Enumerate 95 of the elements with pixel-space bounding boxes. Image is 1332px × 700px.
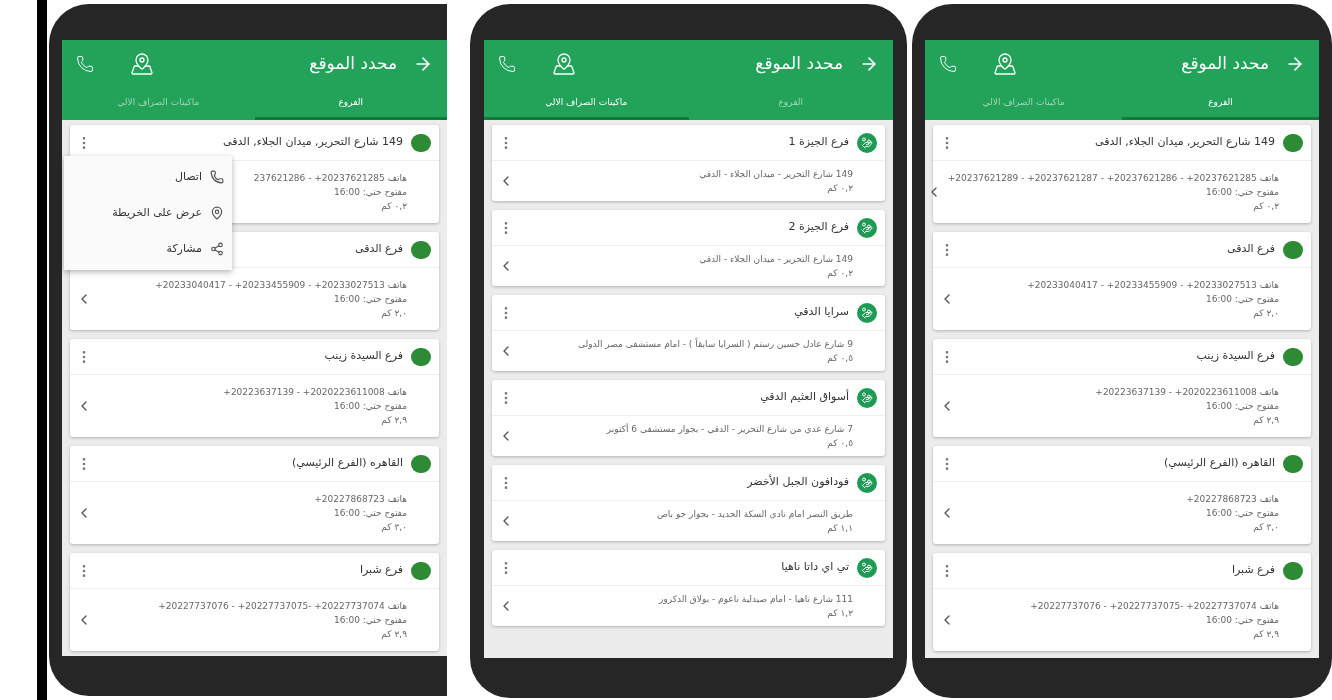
branch-name: فرع شبرا bbox=[1231, 562, 1275, 579]
phone-numbers: 237621286 - +20237621285 هاتف bbox=[253, 172, 407, 185]
branch-card[interactable]: فرع شبرا +20227737076 - +20227737075- +20227737074 هاتف مفتوح حتي: 16:00 ٢,٩ كم bbox=[70, 553, 439, 651]
branch-name: فرع الجيزة 1 bbox=[788, 134, 849, 151]
phone-numbers: +20227737076 - +20227737075- +20227737074 هاتف bbox=[1030, 600, 1279, 613]
menu-item[interactable]: عرض على الخريطة bbox=[64, 195, 232, 231]
phone-numbers: +20227737076 - +20227737075- +20227737074 هاتف bbox=[158, 600, 407, 613]
branch-card[interactable]: أسواق العثيم الدقي 7 شارع عدي من شارع التحرير - الدقي - بجوار مستشفى 6 أكتوبر ٠,٥ كم bbox=[492, 380, 885, 456]
menu-item[interactable]: اتصال bbox=[64, 159, 232, 195]
phone-numbers: +20233040417 - +20233455909 - +20233027513 هاتف bbox=[155, 279, 407, 292]
phone-numbers: +20237621289 - +20237621287 - +20237621286 - +20237621285 هاتف bbox=[947, 172, 1279, 185]
info-text: 149 شارع التحرير - ميدان الجلاء - الدقي bbox=[699, 168, 853, 181]
info-text: ٢,٩ كم bbox=[1253, 414, 1279, 427]
info-text: ١,٢ كم bbox=[827, 607, 853, 620]
info-text: طريق النصر امام نادي السكة الحديد - بجوار جو باص bbox=[656, 508, 853, 521]
phone-numbers: +20233040417 - +20233455909 - +20233027513 هاتف bbox=[1027, 279, 1279, 292]
info-text: مفتوح حتي: 16:00 bbox=[1205, 293, 1279, 306]
info-text: 149 شارع التحرير - ميدان الجلاء - الدقي bbox=[699, 253, 853, 266]
info-text: ٢,٩ كم bbox=[381, 414, 407, 427]
screen-title: محدد الموقع bbox=[1180, 52, 1269, 76]
branch-name: 149 شارع التحرير, ميدان الجلاء, الدقى bbox=[223, 134, 403, 151]
info-text: مفتوح حتي: 16:00 bbox=[333, 507, 407, 520]
info-text: مفتوح حتي: 16:00 bbox=[333, 293, 407, 306]
branch-card[interactable]: فرع السيدة زينب +20223637139 - +2020223611008 هاتف مفتوح حتي: 16:00 ٢,٩ كم bbox=[933, 339, 1311, 437]
info-text: ٢,٩ كم bbox=[381, 628, 407, 641]
branch-card[interactable]: فودافون الجبل الأخضر طريق النصر امام نادي السكة الحديد - بجوار جو باص ١,١ كم bbox=[492, 465, 885, 541]
share-icon bbox=[210, 242, 224, 256]
branch-card[interactable]: فرع الجيزة 1 149 شارع التحرير - ميدان الجلاء - الدقي ٠,٢ كم bbox=[492, 125, 885, 201]
info-text: ١,١ كم bbox=[827, 522, 853, 535]
branch-card[interactable]: فرع شبرا +20227737076 - +20227737075- +20227737074 هاتف مفتوح حتي: 16:00 ٢,٩ كم bbox=[933, 553, 1311, 651]
info-text: مفتوح حتي: 16:00 bbox=[333, 400, 407, 413]
coin-hand-icon bbox=[857, 472, 877, 493]
phone-numbers: +20223637139 - +2020223611008 هاتف bbox=[223, 386, 407, 399]
info-text: ٢,٩ كم bbox=[1253, 628, 1279, 641]
branch-name: فرع الدقى bbox=[1227, 241, 1275, 258]
branch-name: فرع الجيزة 2 bbox=[788, 219, 849, 236]
branch-name: تي اي داتا ناهيا bbox=[781, 559, 849, 576]
info-text: ٣,٠ كم bbox=[381, 521, 407, 534]
screen-title: محدد الموقع bbox=[308, 52, 397, 76]
screen-title: محدد الموقع bbox=[754, 52, 843, 76]
menu-label: اتصال bbox=[175, 168, 202, 185]
map-pin-icon[interactable] bbox=[993, 52, 1017, 76]
info-text: ٢,٠ كم bbox=[1253, 307, 1279, 320]
map-pin-icon bbox=[210, 206, 224, 220]
phone-numbers: +20227868723 هاتف bbox=[314, 493, 407, 506]
coin-hand-icon bbox=[857, 302, 877, 323]
branch-name: القاهره (الفرع الرئيسي) bbox=[1164, 455, 1275, 472]
call-icon[interactable] bbox=[939, 55, 957, 73]
branch-name: 149 شارع التحرير, ميدان الجلاء, الدقى bbox=[1095, 134, 1275, 151]
coin-hand-icon bbox=[857, 217, 877, 238]
info-text: مفتوح حتي: 16:00 bbox=[1205, 507, 1279, 520]
info-text: ٠,٢ كم bbox=[381, 200, 407, 213]
branch-card[interactable]: القاهره (الفرع الرئيسي) +20227868723 هاتف مفتوح حتي: 16:00 ٣,٠ كم bbox=[933, 446, 1311, 544]
menu-label: عرض على الخريطة bbox=[112, 204, 202, 221]
branch-card[interactable]: تي اي داتا ناهيا 111 شارع ناهيا - امام صيدلية ناعوم - بولاق الدكرور ١,٢ كم bbox=[492, 550, 885, 626]
map-pin-icon[interactable] bbox=[130, 52, 154, 76]
info-text: مفتوح حتي: 16:00 bbox=[1205, 614, 1279, 627]
branch-name: فرع الدقى bbox=[355, 241, 403, 258]
info-text: 9 شارع عادل حسين رستم ( السرايا سابقاً ) - امام مستشفى مصر الدولى bbox=[577, 337, 853, 351]
call-icon[interactable] bbox=[76, 55, 94, 73]
phone-numbers: +20223637139 - +2020223611008 هاتف bbox=[1095, 386, 1279, 399]
branch-name: فودافون الجبل الأخضر bbox=[747, 474, 849, 491]
info-text: ٠,٥ كم bbox=[827, 352, 853, 365]
branch-name: أسواق العثيم الدقي bbox=[760, 389, 849, 406]
info-text: ٠,٢ كم bbox=[1253, 200, 1279, 213]
phone-icon bbox=[210, 170, 224, 184]
info-text: ٠,٥ كم bbox=[827, 437, 853, 450]
coin-hand-icon bbox=[857, 387, 877, 408]
phone-numbers: +20227868723 هاتف bbox=[1186, 493, 1279, 506]
branch-card[interactable]: فرع الجيزة 2 149 شارع التحرير - ميدان الجلاء - الدقي ٠,٢ كم bbox=[492, 210, 885, 286]
branch-name: فرع السيدة زينب bbox=[324, 348, 403, 365]
map-pin-icon[interactable] bbox=[552, 52, 576, 76]
branch-card[interactable]: القاهره (الفرع الرئيسي) +20227868723 هاتف مفتوح حتي: 16:00 ٣,٠ كم bbox=[70, 446, 439, 544]
info-text: ٠,٢ كم bbox=[827, 182, 853, 195]
info-text: 7 شارع عدي من شارع التحرير - الدقي - بجوار مستشفى 6 أكتوبر bbox=[606, 422, 853, 436]
branch-card[interactable]: فرع الدقى +20233040417 - +20233455909 - +20233027513 هاتف مفتوح حتي: 16:00 ٢,٠ كم bbox=[933, 232, 1311, 330]
info-text: مفتوح حتي: 16:00 bbox=[1205, 400, 1279, 413]
info-text: مفتوح حتي: 16:00 bbox=[333, 186, 407, 199]
info-text: مفتوح حتي: 16:00 bbox=[1205, 186, 1279, 199]
branch-name: سرايا الدقي bbox=[794, 304, 849, 321]
menu-label: مشاركة bbox=[166, 240, 202, 257]
info-text: 111 شارع ناهيا - امام صيدلية ناعوم - بولاق الدكرور bbox=[659, 593, 853, 606]
branch-card[interactable]: 149 شارع التحرير, ميدان الجلاء, الدقى +20237621289 - +20237621287 - +20237621286 - +20237621285 هاتف مفتوح حتي: 16:00 ٠,٢ كم bbox=[933, 125, 1311, 223]
info-text: ٢,٠ كم bbox=[381, 307, 407, 320]
branch-name: القاهره (الفرع الرئيسي) bbox=[292, 455, 403, 472]
branch-card[interactable]: فرع السيدة زينب +20223637139 - +2020223611008 هاتف مفتوح حتي: 16:00 ٢,٩ كم bbox=[70, 339, 439, 437]
coin-hand-icon bbox=[857, 557, 877, 578]
info-text: ٣,٠ كم bbox=[1253, 521, 1279, 534]
branch-card[interactable]: سرايا الدقي 9 شارع عادل حسين رستم ( السرايا سابقاً ) - امام مستشفى مصر الدولى ٠,٥ كم bbox=[492, 295, 885, 371]
info-text: مفتوح حتي: 16:00 bbox=[333, 614, 407, 627]
branch-name: فرع السيدة زينب bbox=[1196, 348, 1275, 365]
call-icon[interactable] bbox=[498, 55, 516, 73]
branch-name: فرع شبرا bbox=[359, 562, 403, 579]
info-text: ٠,٢ كم bbox=[827, 267, 853, 280]
coin-hand-icon bbox=[857, 132, 877, 153]
